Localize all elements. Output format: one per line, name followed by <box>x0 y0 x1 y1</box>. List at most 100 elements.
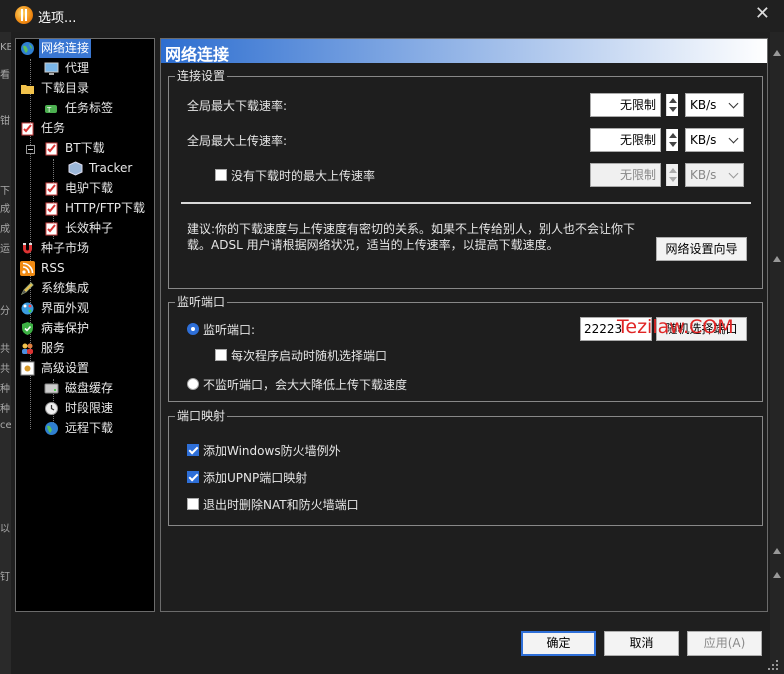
tree-item-label: 系统集成 <box>41 281 90 295</box>
globe-icon <box>20 41 35 56</box>
panel-header: 网络连接 <box>161 39 767 64</box>
listen-port-label: 监听端口: <box>203 323 256 337</box>
task-icon <box>44 141 59 156</box>
ok-button[interactable]: 确定 <box>521 631 596 656</box>
tree-item-label: 电驴下载 <box>65 181 114 195</box>
random-port-checkbox[interactable] <box>215 349 227 361</box>
max-download-label: 全局最大下载速率: <box>187 99 288 113</box>
edge-text: 看 <box>0 70 10 81</box>
remove-nat-label: 退出时删除NAT和防火墙端口 <box>203 498 359 512</box>
folder-icon <box>20 81 35 96</box>
chevron-down-icon <box>728 168 739 179</box>
tree-item-label: RSS <box>41 261 65 275</box>
chevron-down-icon <box>728 133 739 144</box>
watermark: Tezilaw.COM <box>617 316 734 338</box>
edge-text: 成 <box>0 224 10 235</box>
edge-text: 种 <box>0 384 10 395</box>
options-tree[interactable]: 网络连接 代理 下载目录 T 任务标签 任务 BT下载 Tracker 电驴下载… <box>15 38 155 612</box>
select-value: KB/s <box>690 98 717 112</box>
pencil-icon <box>20 281 35 296</box>
task-icon <box>44 221 59 236</box>
close-icon[interactable]: ✕ <box>755 3 770 24</box>
max-download-field[interactable]: 无限制 <box>590 93 661 117</box>
advice-text-line2: 载。ADSL 用户请根据网络状况，适当的上传速率，以提高下载速度。 <box>187 238 559 252</box>
rss-icon <box>20 261 35 276</box>
edge-text: ce <box>0 420 11 431</box>
max-upload-label: 全局最大上传速率: <box>187 134 288 148</box>
background-window-edge: KB 看 钳 下 成 成 运 分 共 共 种 种 ce 以 钉 <box>0 32 11 674</box>
resize-grip[interactable] <box>768 660 778 670</box>
idle-upload-checkbox[interactable] <box>215 169 227 181</box>
edge-text: 共 <box>0 364 10 375</box>
idle-upload-field[interactable]: 无限制 <box>590 163 661 187</box>
window-title: 选项... <box>38 11 77 26</box>
apply-button[interactable]: 应用(A) <box>687 631 762 656</box>
edge-text: 分 <box>0 306 10 317</box>
background-scrollbar <box>770 32 784 674</box>
port-mapping-group: 端口映射 添加Windows防火墙例外 添加UPNP端口映射 退出时删除NAT和… <box>168 409 763 526</box>
edge-text: 下 <box>0 186 10 197</box>
group-title: 端口映射 <box>175 409 228 423</box>
upload-unit-select[interactable]: KB/s <box>685 128 744 152</box>
network-wizard-button[interactable]: 网络设置向导 <box>656 237 747 261</box>
tree-item-label: Tracker <box>89 161 133 175</box>
tree-item-label: 任务标签 <box>65 101 114 115</box>
people-icon <box>20 341 35 356</box>
connection-settings-group: 连接设置 全局最大下载速率: 无限制 KB/s 全局最大上传速率: 无限制 KB… <box>168 69 763 289</box>
tree-item-label: 网络连接 <box>39 39 92 58</box>
group-title: 监听端口 <box>175 295 228 309</box>
idle-unit-select[interactable]: KB/s <box>685 163 744 187</box>
tag-icon: T <box>44 101 59 116</box>
tree-item-label: HTTP/FTP下载 <box>65 201 146 215</box>
title-bar: 选项... ✕ <box>0 0 784 32</box>
edge-text: 种 <box>0 404 10 415</box>
listen-port-radio[interactable] <box>187 323 199 335</box>
firewall-checkbox[interactable] <box>187 444 199 456</box>
tree-item-label: 界面外观 <box>41 301 90 315</box>
scroll-up-icon <box>773 572 781 578</box>
cancel-button[interactable]: 取消 <box>604 631 679 656</box>
random-port-label: 每次程序启动时随机选择端口 <box>231 349 388 363</box>
edge-text: 以 <box>0 524 10 535</box>
magnet-icon <box>20 241 35 256</box>
edge-text: 成 <box>0 204 10 215</box>
task-icon <box>44 201 59 216</box>
task-icon <box>44 181 59 196</box>
edge-text: 运 <box>0 244 10 255</box>
max-download-spinner[interactable] <box>666 94 678 116</box>
cube-icon <box>68 161 83 176</box>
max-upload-field[interactable]: 无限制 <box>590 128 661 152</box>
download-unit-select[interactable]: KB/s <box>685 93 744 117</box>
clock-icon <box>44 401 59 416</box>
idle-upload-spinner[interactable] <box>666 164 678 186</box>
computer-icon <box>44 61 59 76</box>
tree-item-label: 时段限速 <box>65 401 114 415</box>
panel-title: 网络连接 <box>165 45 230 64</box>
tree-item-label: 种子市场 <box>41 241 90 255</box>
upnp-checkbox[interactable] <box>187 471 199 483</box>
tree-item-label: 服务 <box>41 341 66 355</box>
firewall-label: 添加Windows防火墙例外 <box>203 444 341 458</box>
advice-text-line1: 建议:你的下载速度与上传速度有密切的关系。如果不上传给别人，别人也不会让你下 <box>187 222 636 236</box>
tree-item-label: 高级设置 <box>41 361 90 375</box>
disk-icon <box>44 381 59 396</box>
max-upload-spinner[interactable] <box>666 129 678 151</box>
tree-item-label: BT下载 <box>65 141 105 155</box>
select-value: KB/s <box>690 168 717 182</box>
divider <box>181 202 751 204</box>
edge-text: 共 <box>0 344 10 355</box>
edge-text: KB <box>0 42 11 53</box>
tree-item-label: 代理 <box>65 61 90 75</box>
tree-item-label: 磁盘缓存 <box>65 381 114 395</box>
advanced-icon <box>20 361 35 376</box>
tree-item-label: 病毒保护 <box>41 321 90 335</box>
remove-nat-checkbox[interactable] <box>187 498 199 510</box>
edge-text: 钳 <box>0 116 10 127</box>
no-listen-radio[interactable] <box>187 378 199 390</box>
scroll-up-icon <box>773 548 781 554</box>
svg-text:T: T <box>46 106 52 114</box>
tree-item-label: 远程下载 <box>65 421 114 435</box>
tree-item-label: 下载目录 <box>41 81 90 95</box>
scroll-up-icon <box>773 256 781 262</box>
collapse-toggle[interactable] <box>26 145 35 154</box>
